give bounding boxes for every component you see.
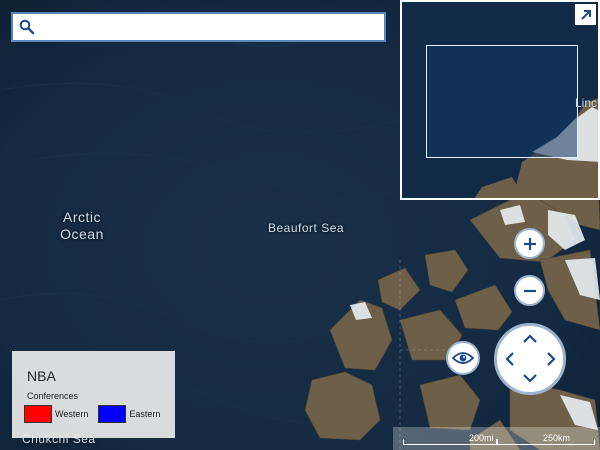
arrow-up-right-icon xyxy=(580,9,591,20)
beaufort-sea-label: Beaufort Sea xyxy=(268,221,345,235)
arctic-ocean-label: Arctic Ocean xyxy=(52,209,112,243)
pan-control xyxy=(494,323,566,395)
legend-title: NBA xyxy=(27,368,56,384)
arctic-ocean-label-line1: Arctic xyxy=(63,209,101,225)
chevron-down-icon xyxy=(523,373,537,383)
scale-km-line xyxy=(497,439,595,445)
legend-subtitle: Conferences xyxy=(27,391,79,401)
pan-up-button[interactable] xyxy=(519,330,541,346)
overview-map[interactable]: Linc xyxy=(400,0,600,200)
scale-bar: 200mi 250km xyxy=(393,427,600,450)
scale-miles-line xyxy=(403,439,497,445)
chevron-right-icon xyxy=(546,352,556,366)
pan-left-button[interactable] xyxy=(501,351,517,367)
legend: NBA Conferences Western Eastern xyxy=(12,351,175,438)
legend-label-western: Western xyxy=(55,409,89,419)
legend-swatch-western xyxy=(24,405,52,423)
zoom-out-button[interactable] xyxy=(514,275,545,306)
view-toggle-button[interactable] xyxy=(446,341,480,375)
plus-icon xyxy=(523,237,536,250)
search-bar xyxy=(11,12,386,42)
zoom-in-button[interactable] xyxy=(514,228,545,259)
search-icon[interactable] xyxy=(13,14,41,40)
overview-place-label: Linc xyxy=(575,96,598,110)
chevron-left-icon xyxy=(504,352,514,366)
eye-icon xyxy=(452,352,474,364)
overview-toggle-button[interactable] xyxy=(575,4,596,25)
arctic-ocean-label-line2: Ocean xyxy=(60,226,104,242)
chevron-up-icon xyxy=(523,333,537,343)
legend-items: Western Eastern xyxy=(24,405,175,423)
legend-label-eastern: Eastern xyxy=(129,409,161,419)
search-input[interactable] xyxy=(41,14,384,40)
overview-viewport-frame[interactable] xyxy=(426,45,578,158)
legend-item-eastern: Eastern xyxy=(98,405,160,423)
pan-down-button[interactable] xyxy=(519,370,541,386)
minus-icon xyxy=(523,289,536,292)
legend-item-western: Western xyxy=(24,405,88,423)
pan-right-button[interactable] xyxy=(543,351,559,367)
legend-swatch-eastern xyxy=(98,405,127,423)
